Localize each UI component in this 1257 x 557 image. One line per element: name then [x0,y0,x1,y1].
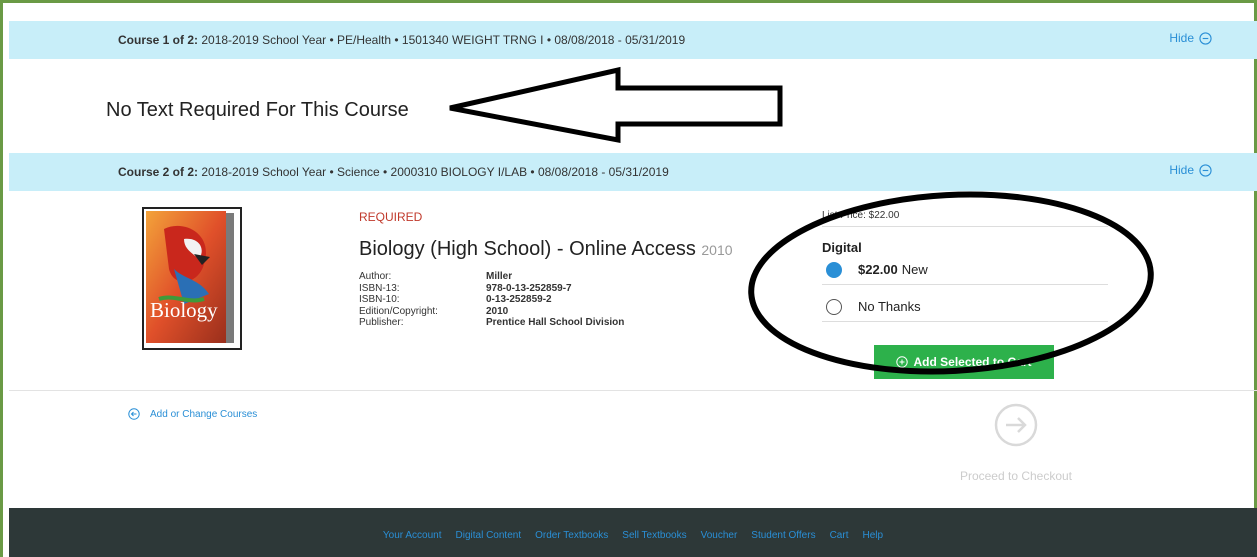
detail-value: 978-0-13-252859-7 [486,282,572,294]
detail-label: ISBN-13: [359,282,400,294]
book-cover-art: Biology [146,211,234,343]
footer-nav: Your Account Digital Content Order Textb… [9,508,1257,557]
add-change-courses-label: Add or Change Courses [150,408,258,420]
detail-label: Publisher: [359,317,404,329]
footer-link-voucher[interactable]: Voucher [701,530,738,541]
add-change-courses-link[interactable]: Add or Change Courses [128,408,257,420]
footer-link-order-textbooks[interactable]: Order Textbooks [535,530,608,541]
proceed-to-checkout[interactable]: Proceed to Checkout [951,403,1081,483]
book-title: Biology (High School) - Online Access 20… [359,238,733,261]
course-1-hide-toggle[interactable]: Hide [1169,31,1212,45]
arrow-annotation [449,66,783,144]
book-cover-title: Biology [150,298,218,322]
detail-label: ISBN-10: [359,294,400,306]
ellipse-annotation [748,191,1154,375]
detail-row-edition: Edition/Copyright: 2010 [359,306,624,318]
course-2-title: Course 2 of 2: 2018-2019 School Year • S… [118,165,669,179]
detail-row-publisher: Publisher: Prentice Hall School Division [359,317,624,329]
footer-link-sell-textbooks[interactable]: Sell Textbooks [622,530,686,541]
detail-label: Edition/Copyright: [359,305,438,317]
footer-link-help[interactable]: Help [862,530,883,541]
arrow-right-circle-icon [994,403,1038,447]
arrow-left-circle-icon [128,408,140,420]
footer-link-digital-content[interactable]: Digital Content [456,530,522,541]
book-title-text: Biology (High School) - Online Access [359,238,696,260]
course-1-label: Course 1 of 2: [118,33,199,47]
footer-link-cart[interactable]: Cart [830,530,849,541]
book-cover-image: Biology [142,207,242,350]
required-label: REQUIRED [359,210,423,224]
detail-value: Prentice Hall School Division [486,317,625,329]
minus-circle-icon [1199,163,1212,177]
course-2-label: Course 2 of 2: [118,165,199,179]
hide-label: Hide [1169,163,1194,177]
course-2-hide-toggle[interactable]: Hide [1169,163,1212,177]
checkout-label: Proceed to Checkout [959,469,1073,483]
no-text-message: No Text Required For This Course [106,99,409,121]
detail-row-author: Author: Miller [359,271,624,283]
footer-link-your-account[interactable]: Your Account [383,530,442,541]
book-details: Author: Miller ISBN-13: 978-0-13-252859-7 … [359,271,624,329]
minus-circle-icon [1199,31,1212,45]
detail-row-isbn10: ISBN-10: 0-13-252859-2 [359,294,624,306]
course-1-header: Course 1 of 2: 2018-2019 School Year • P… [9,21,1257,59]
book-title-year: 2010 [701,242,733,258]
course-2-details: 2018-2019 School Year • Science • 200031… [198,165,669,179]
hide-label: Hide [1169,31,1194,45]
course-1-details: 2018-2019 School Year • PE/Health • 1501… [198,33,686,47]
detail-value: 2010 [486,305,509,317]
detail-value: Miller [486,271,513,282]
detail-value: 0-13-252859-2 [486,294,552,306]
detail-label: Author: [359,271,392,282]
footer-link-student-offers[interactable]: Student Offers [751,530,815,541]
section-divider [9,390,1257,391]
detail-row-isbn13: ISBN-13: 978-0-13-252859-7 [359,283,624,295]
course-1-title: Course 1 of 2: 2018-2019 School Year • P… [118,33,685,47]
